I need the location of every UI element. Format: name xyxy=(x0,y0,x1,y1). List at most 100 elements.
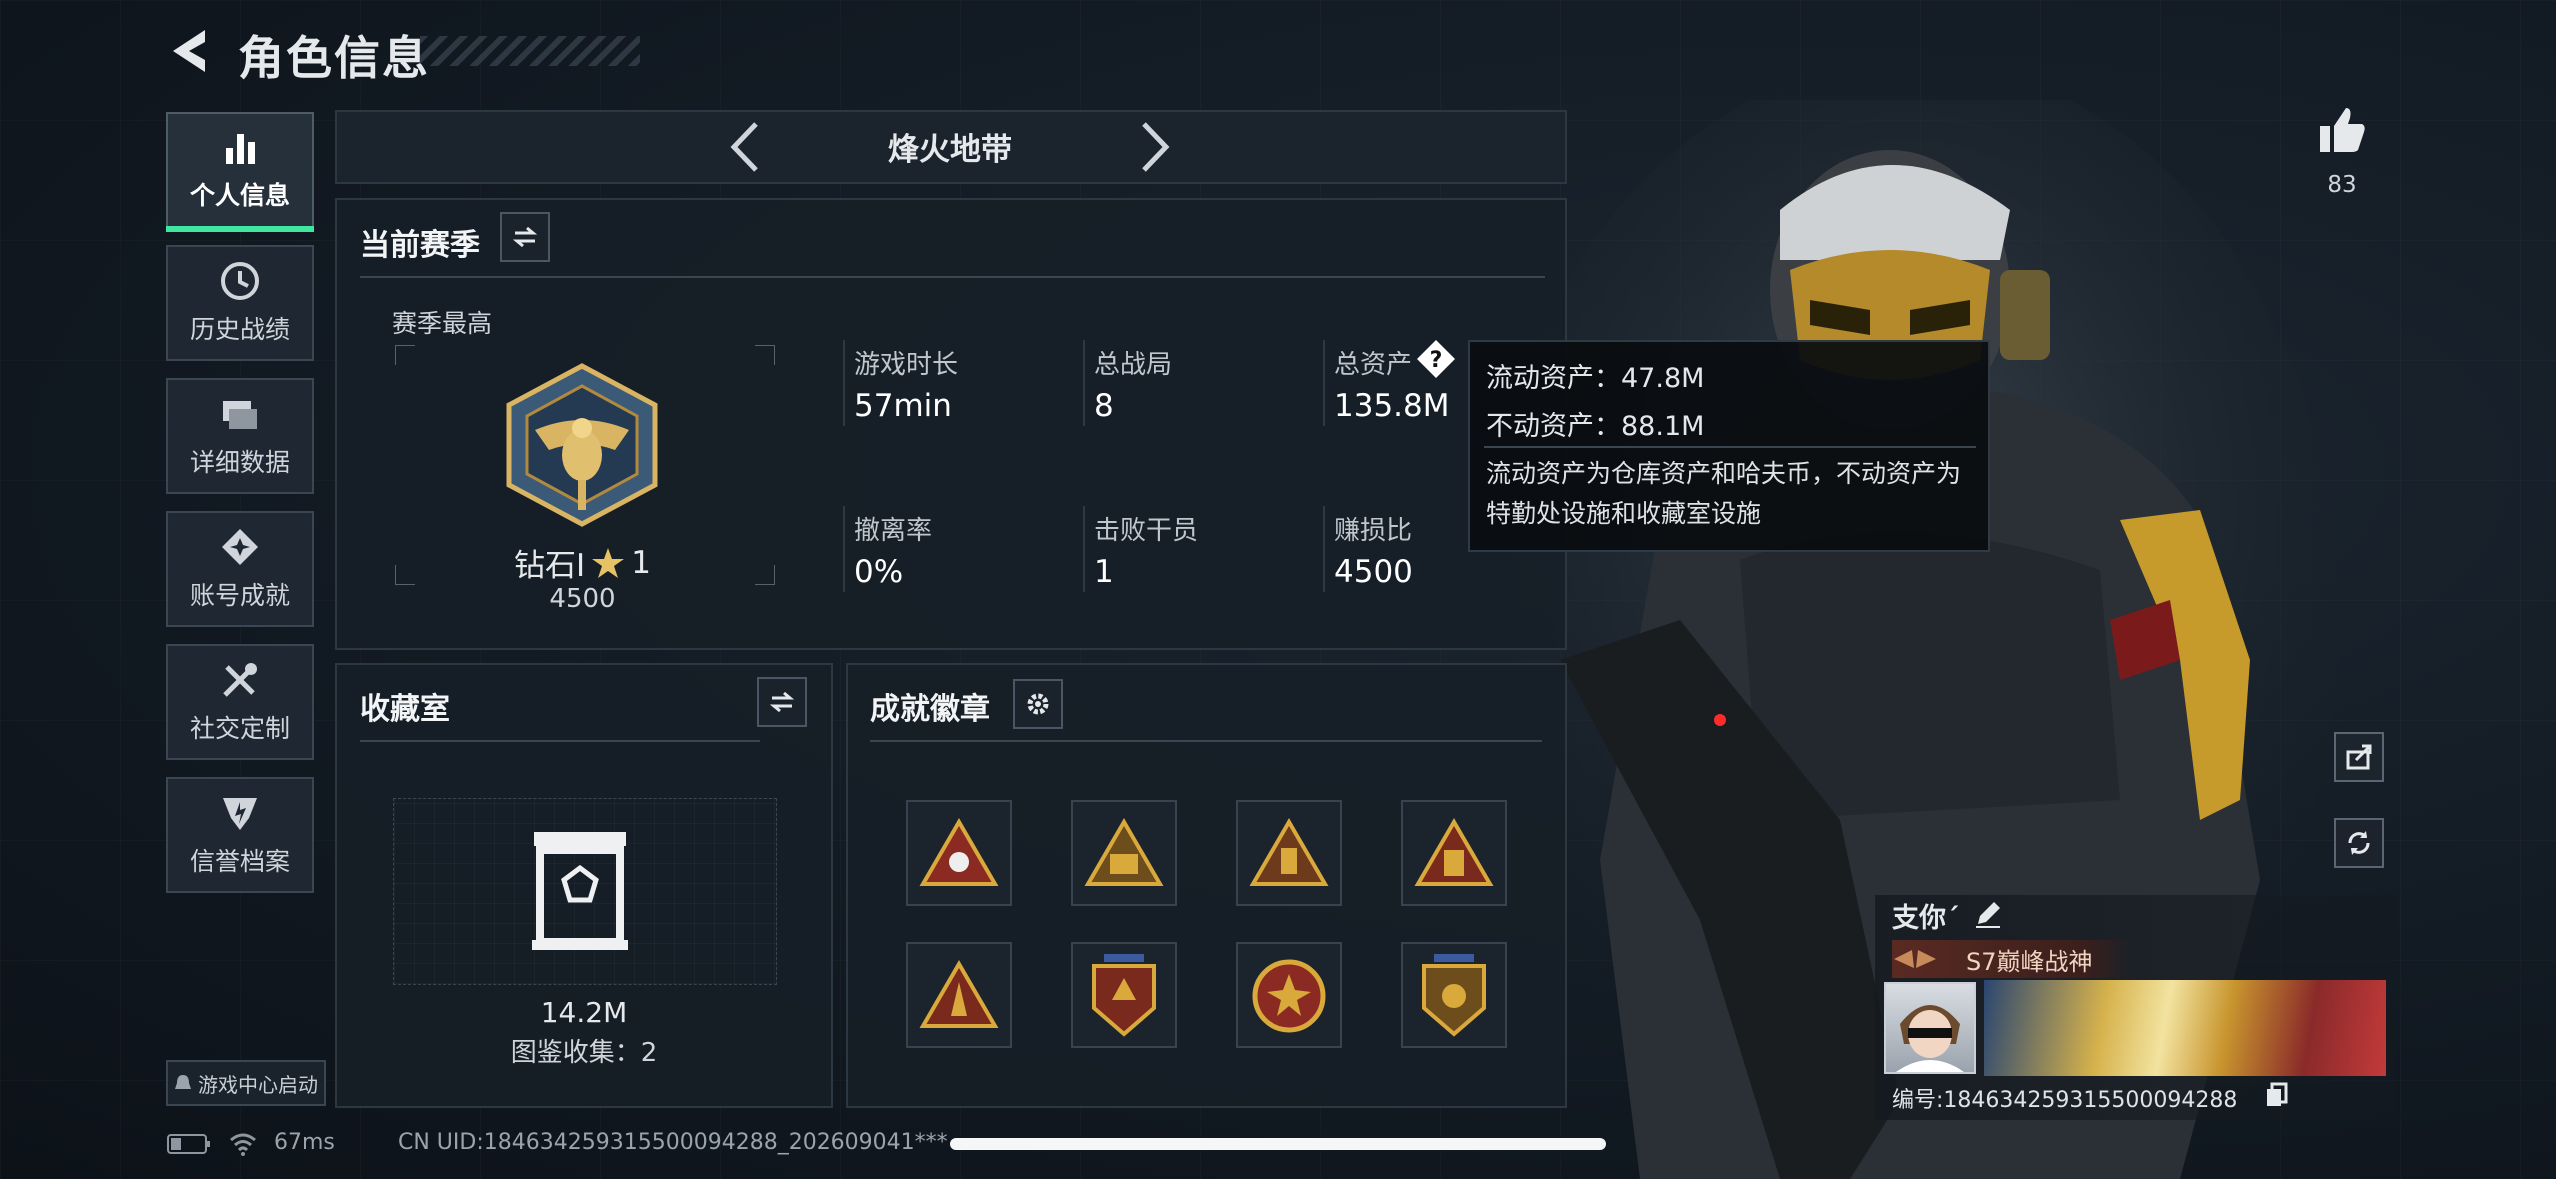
badge-slot[interactable] xyxy=(1071,800,1177,906)
profile-banner xyxy=(1984,980,2386,1076)
mode-label: 烽火地带 xyxy=(888,132,1012,168)
badges-settings-button[interactable] xyxy=(1013,679,1063,729)
thumbs-up-icon[interactable] xyxy=(2316,104,2368,156)
badge-slot[interactable] xyxy=(1401,800,1507,906)
stat-label-profit-ratio: 赚损比 xyxy=(1334,516,1413,546)
diamond-rank-emblem-icon xyxy=(506,363,658,527)
sidebar-item-profile[interactable]: 个人信息 xyxy=(166,112,314,232)
avatar[interactable] xyxy=(1884,982,1976,1074)
refresh-button[interactable] xyxy=(2334,818,2384,868)
vault-icon xyxy=(532,832,628,950)
help-icon[interactable]: ? xyxy=(1415,338,1457,380)
clock-icon xyxy=(221,262,259,300)
stat-value-playtime: 57min xyxy=(854,388,952,424)
title-decoration xyxy=(420,36,640,66)
sidebar-item-credit[interactable]: 信誉档案 xyxy=(166,777,314,893)
season-switch-button[interactable] xyxy=(500,212,550,262)
tooltip-fixed: 不动资产：88.1M xyxy=(1486,411,1705,442)
badge-slot[interactable] xyxy=(1401,942,1507,1048)
season-title: 当前赛季 xyxy=(360,228,480,263)
achievement-icon xyxy=(222,529,258,565)
player-id: 编号:1846342593155000942​88 xyxy=(1892,1088,2238,1113)
stat-value-extract-rate: 0% xyxy=(854,554,904,590)
stat-value-assets: 135.8M xyxy=(1334,388,1450,424)
season-divider xyxy=(360,276,1545,278)
triangle-badge-icon xyxy=(1414,818,1494,886)
sidebar-item-label: 账号成就 xyxy=(189,581,290,610)
prev-mode-arrow-icon[interactable] xyxy=(728,120,764,174)
wings-icon xyxy=(1894,950,1936,968)
edit-name-icon[interactable] xyxy=(1972,898,2004,930)
next-mode-arrow-icon[interactable] xyxy=(1136,120,1172,174)
bell-icon xyxy=(175,1075,191,1089)
triangle-badge-icon xyxy=(919,818,999,886)
sidebar-item-label: 信誉档案 xyxy=(189,847,290,876)
badge-slot[interactable] xyxy=(906,942,1012,1048)
refresh-icon xyxy=(2348,831,2370,855)
game-center-button[interactable]: 游戏中心启动 xyxy=(166,1060,326,1106)
tools-icon xyxy=(223,663,257,697)
badge-slot[interactable] xyxy=(1236,800,1342,906)
stat-label-extract-rate: 撤离率 xyxy=(854,516,933,546)
badge-slot[interactable] xyxy=(1071,942,1177,1048)
battery-icon xyxy=(167,1134,210,1154)
swap-icon xyxy=(512,226,538,248)
player-name: 支你´ xyxy=(1892,903,1960,934)
gear-icon xyxy=(1027,693,1049,715)
tooltip-description: 流动资产为仓库资产和哈夫币，不动资产为特勤处设施和收藏室设施 xyxy=(1486,459,1962,528)
badge-slot[interactable] xyxy=(906,800,1012,906)
share-button[interactable] xyxy=(2334,732,2384,782)
title-tag: S7巅峰战神 xyxy=(1892,940,2132,978)
page-title: 角色信息 xyxy=(238,31,430,85)
round-badge-icon xyxy=(1252,959,1326,1033)
stat-divider xyxy=(1083,506,1085,592)
stat-label-playtime: 游戏时长 xyxy=(854,350,959,380)
sidebar-item-label: 历史战绩 xyxy=(189,315,290,344)
svg-text:?: ? xyxy=(1430,348,1443,373)
sidebar-item-label: 个人信息 xyxy=(189,181,290,210)
assets-tooltip: 流动资产：47.8M 不动资产：88.1M 流动资产为仓库资产和哈夫币，不动资产… xyxy=(1468,340,1990,552)
badge-slot[interactable] xyxy=(1236,942,1342,1048)
triangle-badge-icon xyxy=(1249,818,1329,886)
stat-value-profit-ratio: 4500 xyxy=(1334,554,1413,590)
rank-name: 钻石I xyxy=(514,548,586,584)
collection-value: 14.2M xyxy=(540,996,628,1029)
stat-value-kills: 1 xyxy=(1094,554,1114,590)
share-icon xyxy=(2346,744,2372,770)
badges-divider xyxy=(870,740,1542,742)
copy-icon[interactable] xyxy=(2264,1082,2290,1108)
stat-value-matches: 8 xyxy=(1094,388,1114,424)
sidebar-item-details[interactable]: 详细数据 xyxy=(166,378,314,494)
sidebar-item-history[interactable]: 历史战绩 xyxy=(166,245,314,361)
stat-divider xyxy=(843,506,845,592)
rank-line: 钻石I 1 xyxy=(495,540,670,585)
triangle-badge-icon xyxy=(919,960,999,1028)
collection-title: 收藏室 xyxy=(360,692,450,727)
home-indicator[interactable] xyxy=(950,1138,1606,1150)
stat-divider xyxy=(1323,340,1325,426)
stat-label-assets: 总资产 xyxy=(1334,350,1413,380)
rank-score: 4500 xyxy=(549,584,616,614)
wifi-icon xyxy=(230,1133,256,1156)
sidebar-item-achievements[interactable]: 账号成就 xyxy=(166,511,314,627)
sidebar-item-label: 详细数据 xyxy=(189,448,290,477)
sidebar-item-social[interactable]: 社交定制 xyxy=(166,644,314,760)
ping-text: 67ms xyxy=(274,1130,335,1155)
collection-count: 图鉴收集：2 xyxy=(510,1038,658,1068)
shield-badge-icon xyxy=(1422,954,1486,1037)
stat-divider xyxy=(1323,506,1325,592)
triangle-badge-icon xyxy=(1084,818,1164,886)
stat-label-kills: 击败干员 xyxy=(1094,516,1199,546)
back-arrow-icon[interactable] xyxy=(165,26,215,76)
star-icon xyxy=(592,547,625,578)
folders-icon xyxy=(223,401,257,429)
likes-count: 83 xyxy=(2327,172,2357,198)
shield-badge-icon xyxy=(1092,954,1156,1037)
collection-switch-button[interactable] xyxy=(757,677,807,727)
stat-label-matches: 总战局 xyxy=(1094,350,1173,380)
avatar-portrait xyxy=(1896,1005,1964,1072)
swap-icon xyxy=(769,691,795,713)
stat-divider xyxy=(1083,340,1085,426)
tooltip-liquid: 流动资产：47.8M xyxy=(1486,363,1705,394)
uid-text: CN UID:18463425931550009428​8_202609041​… xyxy=(398,1130,948,1155)
